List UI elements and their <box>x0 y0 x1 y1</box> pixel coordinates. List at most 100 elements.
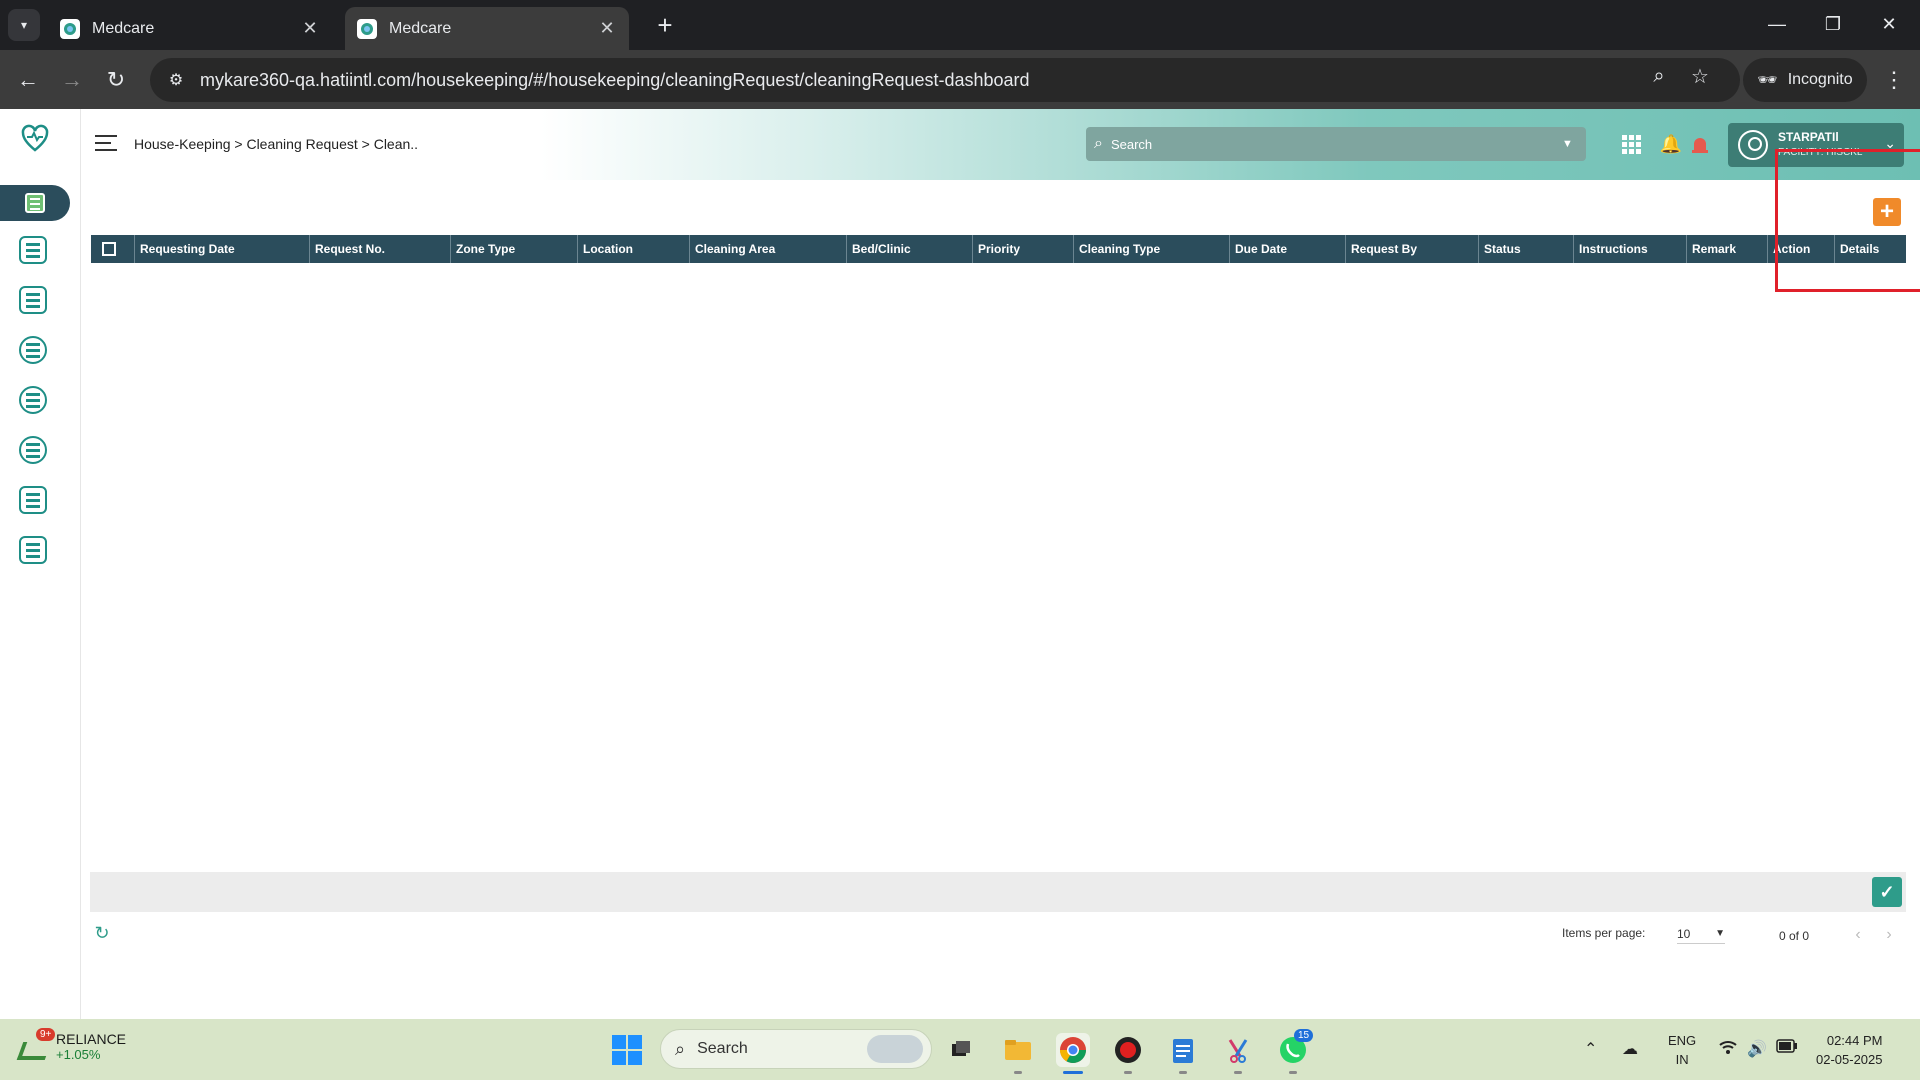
apps-grid-icon[interactable] <box>1618 131 1644 157</box>
select-all-cell <box>91 235 135 263</box>
staff-icon <box>19 236 47 264</box>
incognito-button[interactable]: 🕶 Incognito <box>1743 58 1867 102</box>
browser-tabstrip: ▾ Medcare ✕ Medcare ✕ + — ❐ ✕ <box>0 0 1920 50</box>
app-header: House-Keeping > Cleaning Request > Clean… <box>81 109 1920 180</box>
schedule-icon <box>19 286 47 314</box>
table-header: Requesting Date Request No. Zone Type Lo… <box>91 235 1906 263</box>
column-header[interactable]: Requesting Date <box>135 235 310 263</box>
column-header[interactable]: Remark <box>1687 235 1768 263</box>
browser-tab-1[interactable]: Medcare ✕ <box>48 7 332 50</box>
sidebar-item-printer[interactable] <box>14 531 52 569</box>
medcare-favicon-icon <box>60 18 80 39</box>
clock-date: 02-05-2025 <box>1816 1052 1883 1067</box>
chevron-up-icon[interactable]: ⌃ <box>1584 1039 1597 1059</box>
restore-icon[interactable]: ❐ <box>1810 8 1856 40</box>
printer-icon <box>19 536 47 564</box>
previous-page-icon[interactable]: ‹ <box>1847 924 1869 946</box>
breadcrumb: House-Keeping > Cleaning Request > Clean… <box>134 136 419 152</box>
chevron-down-icon: ▾ <box>20 18 28 32</box>
browser-tab-2[interactable]: Medcare ✕ <box>345 7 629 50</box>
minimize-icon[interactable]: — <box>1754 8 1800 40</box>
search-icon: ⌕ <box>675 1038 686 1059</box>
column-header[interactable]: Instructions <box>1574 235 1687 263</box>
screen-recorder-icon[interactable] <box>1111 1033 1145 1067</box>
search-highlight-icon <box>867 1035 923 1063</box>
taskbar-search[interactable]: ⌕ Search <box>660 1029 932 1069</box>
reports-icon <box>19 486 47 514</box>
search-icon: ⌕ <box>1094 135 1103 152</box>
stock-change: +1.05% <box>56 1047 101 1062</box>
app-running-indicator <box>1124 1071 1132 1074</box>
column-header[interactable]: Request No. <box>310 235 451 263</box>
chevron-down-icon[interactable]: ▼ <box>1562 138 1586 150</box>
column-header[interactable]: Status <box>1479 235 1574 263</box>
windows-taskbar: 9+ RELIANCE +1.05% ⌕ Search 15 ⌃ ☁ ENG I… <box>0 1019 1920 1080</box>
sidebar-item-cleaning-request[interactable] <box>0 185 70 221</box>
cloud-sync-icon[interactable]: ☁ <box>1622 1039 1638 1059</box>
new-tab-button[interactable]: + <box>650 10 680 40</box>
bookmark-star-icon[interactable]: ☆ <box>1684 60 1716 92</box>
snipping-tool-icon[interactable] <box>1221 1033 1255 1067</box>
column-header[interactable]: Priority <box>973 235 1074 263</box>
sidebar-item-schedule[interactable] <box>14 281 52 319</box>
reload-icon[interactable]: ↻ <box>100 64 132 96</box>
refresh-icon[interactable]: ↻ <box>92 923 112 943</box>
sidebar-item-checklist[interactable] <box>14 431 52 469</box>
zoom-icon[interactable]: ⌕ <box>1643 60 1675 92</box>
taskbar-search-label: Search <box>697 1040 748 1057</box>
stock-widget[interactable]: 9+ RELIANCE +1.05% <box>18 1027 127 1062</box>
stock-name: RELIANCE <box>56 1031 127 1047</box>
hamburger-menu-icon[interactable] <box>95 135 117 153</box>
close-icon[interactable]: ✕ <box>300 18 320 39</box>
sidebar-item-staff[interactable] <box>14 231 52 269</box>
column-header[interactable]: Location <box>578 235 690 263</box>
clock-time: 02:44 PM <box>1826 1033 1883 1048</box>
battery-icon[interactable] <box>1776 1039 1798 1058</box>
chrome-icon[interactable] <box>1056 1033 1090 1067</box>
sidebar-item-laundry[interactable] <box>14 381 52 419</box>
url-text: mykare360-qa.hatiintl.com/housekeeping/#… <box>200 69 1030 90</box>
back-arrow-icon[interactable]: ← <box>12 64 44 96</box>
global-search-input[interactable]: ⌕ Search ▼ <box>1086 127 1586 161</box>
avatar <box>1738 130 1768 160</box>
inspection-icon <box>19 336 47 364</box>
browser-toolbar: ← → ↻ ⚙ mykare360-qa.hatiintl.com/housek… <box>0 50 1920 109</box>
medcare-logo-icon <box>20 123 50 153</box>
forward-arrow-icon[interactable]: → <box>56 64 88 96</box>
address-bar[interactable]: ⚙ mykare360-qa.hatiintl.com/housekeeping… <box>150 58 1740 102</box>
bell-icon[interactable]: 🔔 <box>1658 131 1684 157</box>
column-header[interactable]: Request By <box>1346 235 1479 263</box>
sidebar-item-inspection[interactable] <box>14 331 52 369</box>
column-header[interactable]: Due Date <box>1230 235 1346 263</box>
window-close-icon[interactable]: ✕ <box>1866 8 1912 40</box>
file-explorer-icon[interactable] <box>1001 1033 1035 1067</box>
next-page-icon[interactable]: › <box>1878 924 1900 946</box>
language-indicator[interactable]: ENG IN <box>1668 1031 1696 1069</box>
select-all-checkbox[interactable] <box>102 242 116 256</box>
whatsapp-badge: 15 <box>1294 1029 1314 1042</box>
close-icon[interactable]: ✕ <box>597 18 617 39</box>
language-code: ENG <box>1668 1033 1697 1048</box>
app-running-indicator <box>1179 1071 1187 1074</box>
search-placeholder: Search <box>1110 136 1153 152</box>
tab-title: Medcare <box>389 19 452 37</box>
column-header[interactable]: Zone Type <box>451 235 578 263</box>
confirm-button[interactable]: ✓ <box>1872 877 1902 907</box>
task-view-icon[interactable] <box>944 1033 978 1067</box>
site-settings-icon[interactable]: ⚙ <box>164 68 188 92</box>
app-running-indicator <box>1289 1071 1297 1074</box>
incognito-label: Incognito <box>1787 71 1853 88</box>
alert-siren-icon[interactable] <box>1687 131 1713 157</box>
windows-start-icon[interactable] <box>612 1035 642 1065</box>
sidebar-item-reports[interactable] <box>14 481 52 519</box>
column-header[interactable]: Cleaning Area <box>690 235 847 263</box>
notepad-icon[interactable] <box>1166 1033 1200 1067</box>
items-per-page-select[interactable]: 10 ▼ <box>1677 924 1725 944</box>
column-header[interactable]: Cleaning Type <box>1074 235 1230 263</box>
wifi-icon[interactable] <box>1718 1039 1738 1060</box>
browser-menu-icon[interactable]: ⋮ <box>1880 64 1908 96</box>
speaker-icon[interactable]: 🔊 <box>1747 1039 1767 1059</box>
column-header[interactable]: Bed/Clinic <box>847 235 973 263</box>
tab-search-button[interactable]: ▾ <box>8 9 40 41</box>
system-clock[interactable]: 02:44 PM 02-05-2025 <box>1816 1031 1883 1069</box>
